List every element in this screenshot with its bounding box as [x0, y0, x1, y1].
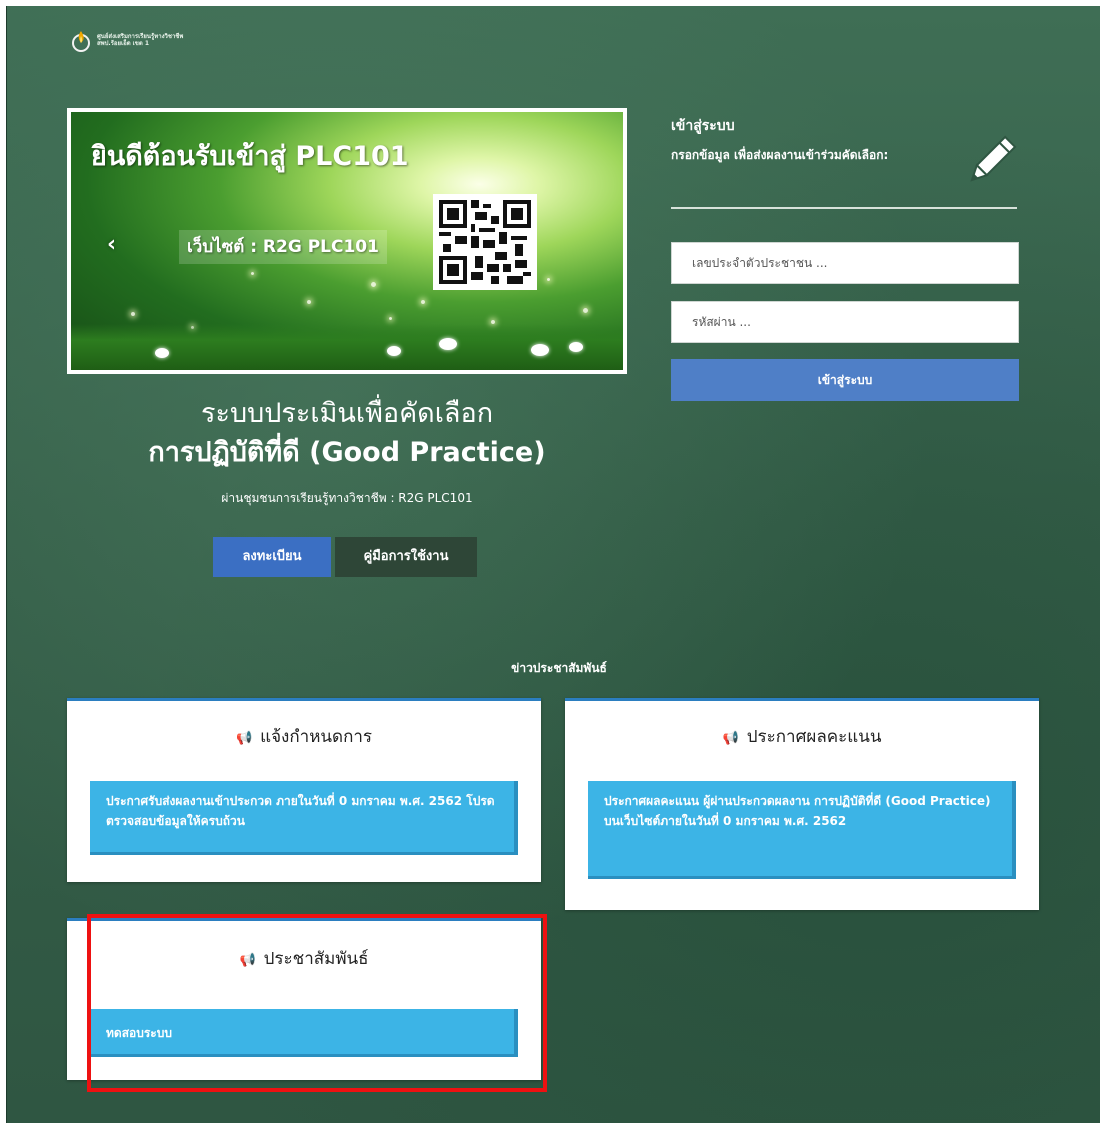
banner-flower: [387, 346, 401, 356]
card-body[interactable]: ทดสอบระบบ: [90, 1009, 518, 1057]
megaphone-icon: 📢: [722, 731, 739, 746]
login-description: กรอกข้อมูล เพื่อส่งผลงานเข้าร่วมคัดเลือก…: [671, 148, 889, 162]
bokeh-light: [389, 317, 392, 320]
bokeh-light: [131, 312, 135, 316]
page-background: ศูนย์ส่งเสริมการเรียนรู้ทางวิชาชีพ สพป.ร…: [6, 6, 1100, 1123]
card-title-label: แจ้งกำหนดการ: [260, 727, 373, 747]
logo-line-1: ศูนย์ส่งเสริมการเรียนรู้ทางวิชาชีพ: [97, 33, 184, 40]
banner-flower: [569, 342, 583, 352]
bokeh-light: [547, 278, 550, 281]
login-divider: [671, 207, 1017, 209]
logo-line-2: สพป.ร้อยเอ็ด เขต 1: [97, 40, 149, 47]
system-note: ผ่านชุมชนการเรียนรู้ทางวิชาชีพ : R2G PLC…: [221, 491, 473, 505]
news-card-results: 📢 ประกาศผลคะแนน ประกาศผลคะแนน ผู้ผ่านประก…: [565, 698, 1039, 910]
banner-title: ยินดีต้อนรับเข้าสู่ PLC101: [91, 141, 409, 172]
pencil-icon: [970, 135, 1017, 182]
news-card-announcement: 📢 ประชาสัมพันธ์ ทดสอบระบบ: [67, 918, 541, 1080]
card-title: 📢 ประชาสัมพันธ์: [67, 945, 541, 972]
bokeh-light: [307, 300, 311, 304]
card-body[interactable]: ประกาศผลคะแนน ผู้ผ่านประกวดผลงาน การปฏิบ…: [588, 781, 1016, 879]
card-title-label: ประกาศผลคะแนน: [746, 727, 882, 747]
bokeh-light: [583, 308, 588, 313]
bokeh-light: [421, 300, 425, 304]
citizen-id-input[interactable]: [671, 242, 1019, 284]
welcome-banner-carousel[interactable]: ยินดีต้อนรับเข้าสู่ PLC101 ‹ เว็บไซต์ : …: [67, 108, 627, 374]
system-subtitle: การปฏิบัติที่ดี (Good Practice): [148, 437, 546, 468]
login-heading: เข้าสู่ระบบ: [671, 118, 735, 134]
logo-text: ศูนย์ส่งเสริมการเรียนรู้ทางวิชาชีพ สพป.ร…: [97, 33, 183, 47]
card-title: 📢 ประกาศผลคะแนน: [565, 723, 1039, 750]
card-title-label: ประชาสัมพันธ์: [263, 949, 369, 969]
megaphone-icon: 📢: [235, 731, 253, 746]
qr-code-graphic: [439, 200, 531, 284]
user-manual-button[interactable]: คู่มือการใช้งาน: [335, 537, 477, 577]
megaphone-icon: 📢: [239, 953, 256, 968]
card-title: 📢 แจ้งกำหนดการ: [67, 723, 541, 750]
site-logo[interactable]: ศูนย์ส่งเสริมการเรียนรู้ทางวิชาชีพ สพป.ร…: [69, 28, 183, 52]
banner-flower: [439, 338, 457, 350]
bokeh-light: [251, 272, 254, 275]
register-button[interactable]: ลงทะเบียน: [213, 537, 331, 577]
news-heading-label: ข่าวประชาสัมพันธ์: [511, 661, 607, 675]
flame-logo-icon: [72, 31, 90, 52]
banner-flower: [155, 348, 169, 358]
login-button[interactable]: เข้าสู่ระบบ: [671, 359, 1019, 401]
news-heading: ข่าวประชาสัมพันธ์: [7, 659, 1101, 678]
chevron-left-icon[interactable]: ‹: [107, 232, 116, 257]
banner-flower: [531, 344, 549, 356]
password-input[interactable]: [671, 301, 1019, 343]
news-card-schedule: 📢 แจ้งกำหนดการ ประกาศรับส่งผลงานเข้าประกว…: [67, 698, 541, 882]
system-title: ระบบประเมินเพื่อคัดเลือก: [200, 398, 494, 429]
banner-caption: เว็บไซต์ : R2G PLC101: [179, 230, 387, 264]
card-body[interactable]: ประกาศรับส่งผลงานเข้าประกวด ภายในวันที่ …: [90, 781, 518, 855]
qr-code-icon: [433, 194, 537, 290]
bokeh-light: [371, 282, 376, 287]
